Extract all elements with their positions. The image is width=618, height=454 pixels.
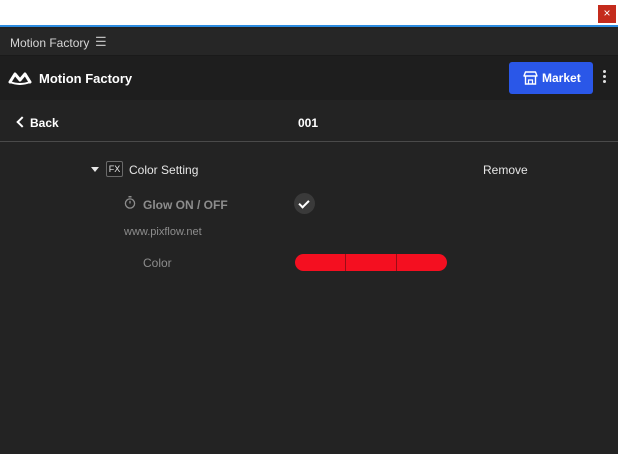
app-name: Motion Factory [39, 71, 133, 86]
glow-toggle-label: Glow ON / OFF [143, 198, 228, 212]
color-swatch-segment [295, 254, 345, 271]
page-title: 001 [298, 116, 319, 130]
collapse-triangle-icon[interactable] [91, 167, 99, 172]
hamburger-menu-icon[interactable]: ☰ [95, 34, 107, 50]
market-button[interactable]: Market [509, 62, 593, 94]
remove-button[interactable]: Remove [483, 163, 528, 177]
kebab-menu-icon[interactable] [600, 70, 608, 86]
chevron-left-icon [16, 116, 28, 128]
market-button-label: Market [542, 71, 581, 85]
store-icon [523, 71, 538, 85]
back-label: Back [30, 116, 59, 130]
color-swatch-segment [345, 254, 396, 271]
fx-icon[interactable]: FX [106, 161, 123, 177]
pixflow-watermark: www.pixflow.net [124, 226, 202, 238]
panel-tab-bar: Motion Factory ☰ [0, 29, 618, 56]
back-button[interactable]: Back [16, 116, 59, 130]
sub-navigation: Back 001 [0, 100, 618, 142]
color-swatch[interactable] [295, 254, 447, 271]
window-titlebar: × [0, 0, 618, 27]
glow-checkbox[interactable] [294, 193, 315, 214]
color-label: Color [143, 256, 172, 270]
panel-title: Motion Factory [10, 36, 90, 50]
stopwatch-icon[interactable] [124, 196, 136, 209]
effect-name: Color Setting [129, 163, 199, 177]
color-swatch-segment [396, 254, 447, 271]
close-icon[interactable]: × [598, 5, 616, 23]
motion-factory-logo-icon [8, 72, 32, 85]
checkmark-icon [298, 197, 310, 209]
